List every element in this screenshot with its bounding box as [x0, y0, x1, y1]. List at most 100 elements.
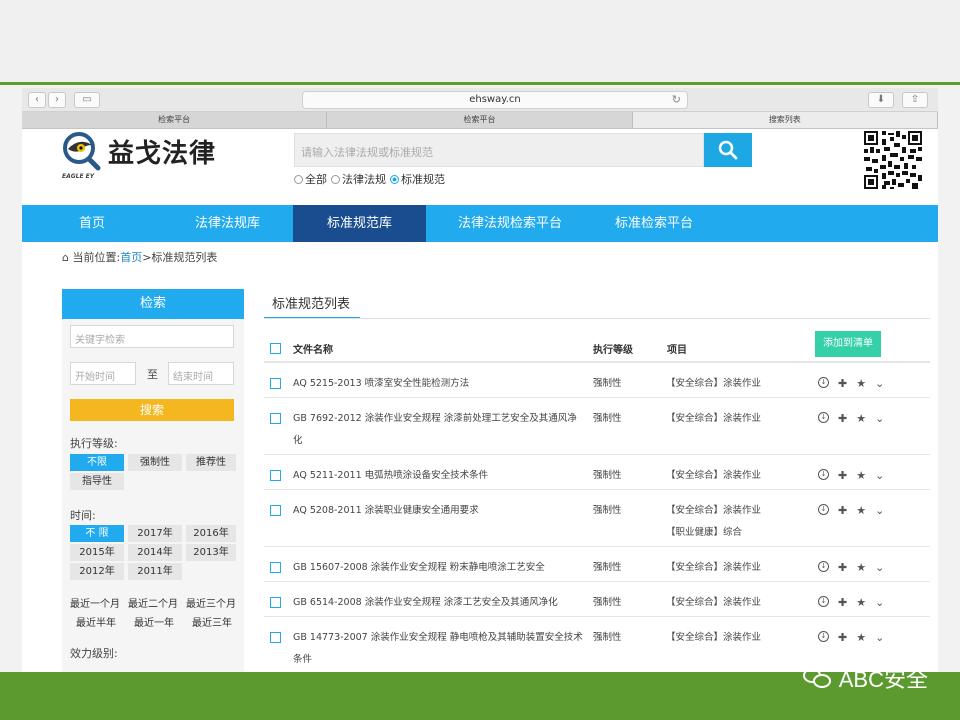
period-option[interactable]: 最近一个月 [70, 595, 120, 610]
forward-button[interactable]: › [48, 92, 66, 108]
download-icon[interactable]: ↓ [818, 469, 829, 480]
star-icon[interactable]: ★ [856, 631, 866, 644]
star-icon[interactable]: ★ [856, 377, 866, 390]
year-chip[interactable]: 2012年 [70, 563, 124, 580]
star-icon[interactable]: ★ [856, 412, 866, 425]
star-icon[interactable]: ★ [856, 469, 866, 482]
slide-top-line [0, 82, 960, 85]
radio-all[interactable]: 全部 [294, 171, 327, 187]
row-checkbox[interactable] [270, 562, 281, 573]
row-level: 强制性 [593, 470, 622, 481]
nav-item-standards[interactable]: 标准规范库 [293, 205, 426, 242]
plus-icon[interactable]: ✚ [838, 596, 847, 609]
year-chip[interactable]: 2017年 [128, 525, 182, 542]
chevron-down-icon[interactable]: ⌄ [875, 377, 884, 390]
search-icon [718, 140, 738, 160]
plus-icon[interactable]: ✚ [838, 631, 847, 644]
download-icon[interactable]: ↓ [818, 631, 829, 642]
row-file-name[interactable]: GB 6514-2008 涂装作业安全规程 涂漆工艺安全及其通风净化 [293, 592, 583, 614]
level-chip-any[interactable]: 不限 [70, 454, 124, 471]
sidebar-search-button[interactable]: 搜索 [70, 399, 234, 421]
breadcrumb-home-link[interactable]: 首页 [120, 251, 142, 264]
row-file-name[interactable]: AQ 5208-2011 涂装职业健康安全通用要求 [293, 500, 583, 522]
radio-selected-icon [390, 175, 399, 184]
row-file-name[interactable]: GB 14773-2007 涂装作业安全规程 静电喷枪及其辅助装置安全技术条件 [293, 627, 583, 671]
level-chip-guiding[interactable]: 指导性 [70, 473, 124, 490]
period-option[interactable]: 最近一年 [134, 614, 174, 629]
period-option[interactable]: 最近半年 [76, 614, 116, 629]
browser-tab[interactable]: 检索平台 [22, 112, 328, 128]
chevron-down-icon[interactable]: ⌄ [875, 412, 884, 425]
end-date-input[interactable]: 结束时间 [168, 362, 234, 385]
row-checkbox[interactable] [270, 378, 281, 389]
year-chip[interactable]: 2016年 [186, 525, 236, 542]
plus-icon[interactable]: ✚ [838, 377, 847, 390]
year-chip[interactable]: 2014年 [128, 544, 182, 561]
url-bar[interactable]: ehsway.cn ↻ [302, 91, 688, 109]
year-chip-any[interactable]: 不 限 [70, 525, 124, 542]
download-icon[interactable]: ↓ [818, 561, 829, 572]
chevron-down-icon[interactable]: ⌄ [875, 504, 884, 517]
level-chip-mandatory[interactable]: 强制性 [128, 454, 182, 471]
nav-item-law-search[interactable]: 法律法规检索平台 [426, 205, 594, 242]
row-file-name[interactable]: GB 7692-2012 涂装作业安全规程 涂漆前处理工艺安全及其通风净化 [293, 408, 583, 452]
share-button[interactable]: ⇧ [902, 92, 928, 108]
star-icon[interactable]: ★ [856, 561, 866, 574]
download-icon[interactable]: ↓ [818, 412, 829, 423]
browser-tab-active[interactable]: 搜索列表 [632, 112, 938, 128]
row-checkbox[interactable] [270, 597, 281, 608]
level-chip-recommended[interactable]: 推荐性 [186, 454, 236, 471]
star-icon[interactable]: ★ [856, 596, 866, 609]
row-actions: ↓ ✚ ★ ⌄ [818, 596, 884, 609]
period-option[interactable]: 最近三年 [192, 614, 232, 629]
download-icon[interactable]: ↓ [818, 504, 829, 515]
reload-icon[interactable]: ↻ [672, 92, 681, 108]
site-logo[interactable]: 益戈法律 EAGLE EY [62, 131, 222, 185]
period-option[interactable]: 最近三个月 [186, 595, 236, 610]
add-to-list-button[interactable]: 添加到清单 [815, 331, 881, 357]
table-row: AQ 5208-2011 涂装职业健康安全通用要求 强制性 【安全综合】涂装作业 【职… [264, 490, 930, 547]
row-file-name[interactable]: AQ 5211-2011 电弧热喷涂设备安全技术条件 [293, 465, 583, 487]
plus-icon[interactable]: ✚ [838, 469, 847, 482]
sidebar-toggle-button[interactable]: ▭ [74, 92, 100, 108]
search-button[interactable] [704, 133, 752, 167]
radio-label: 全部 [305, 173, 327, 186]
table-row: AQ 5211-2011 电弧热喷涂设备安全技术条件 强制性 【安全综合】涂装作业 ↓… [264, 455, 930, 490]
download-icon[interactable]: ↓ [818, 377, 829, 388]
nav-item-laws[interactable]: 法律法规库 [162, 205, 293, 242]
chevron-down-icon[interactable]: ⌄ [875, 631, 884, 644]
plus-icon[interactable]: ✚ [838, 561, 847, 574]
plus-icon[interactable]: ✚ [838, 412, 847, 425]
start-date-input[interactable]: 开始时间 [70, 362, 136, 385]
row-checkbox[interactable] [270, 470, 281, 481]
browser-tab[interactable]: 检索平台 [327, 112, 633, 128]
select-all-checkbox[interactable] [270, 343, 281, 354]
chevron-down-icon[interactable]: ⌄ [875, 561, 884, 574]
nav-item-standard-search[interactable]: 标准检索平台 [594, 205, 714, 242]
period-option[interactable]: 最近二个月 [128, 595, 178, 610]
radio-laws[interactable]: 法律法规 [331, 171, 386, 187]
year-chip[interactable]: 2013年 [186, 544, 236, 561]
row-file-name[interactable]: GB 15607-2008 涂装作业安全规程 粉末静电喷涂工艺安全 [293, 557, 583, 579]
plus-icon[interactable]: ✚ [838, 504, 847, 517]
row-level: 强制性 [593, 378, 622, 389]
year-chip[interactable]: 2011年 [128, 563, 182, 580]
row-checkbox[interactable] [270, 632, 281, 643]
chevron-down-icon[interactable]: ⌄ [875, 469, 884, 482]
row-level: 强制性 [593, 505, 622, 516]
back-button[interactable]: ‹ [28, 92, 46, 108]
row-actions: ↓ ✚ ★ ⌄ [818, 469, 884, 482]
year-chip[interactable]: 2015年 [70, 544, 124, 561]
search-input[interactable]: 请输入法律法规或标准规范 [294, 133, 704, 167]
row-project-cell: 【安全综合】涂装作业 [666, 373, 761, 395]
row-file-name[interactable]: AQ 5215-2013 喷漆室安全性能检测方法 [293, 373, 583, 395]
nav-item-home[interactable]: 首页 [22, 205, 162, 242]
row-checkbox[interactable] [270, 413, 281, 424]
radio-standards[interactable]: 标准规范 [390, 171, 445, 187]
download-icon[interactable]: ↓ [818, 596, 829, 607]
chevron-down-icon[interactable]: ⌄ [875, 596, 884, 609]
star-icon[interactable]: ★ [856, 504, 866, 517]
keyword-input[interactable]: 关键字检索 [70, 325, 234, 348]
download-button[interactable]: ⬇ [868, 92, 894, 108]
row-checkbox[interactable] [270, 505, 281, 516]
